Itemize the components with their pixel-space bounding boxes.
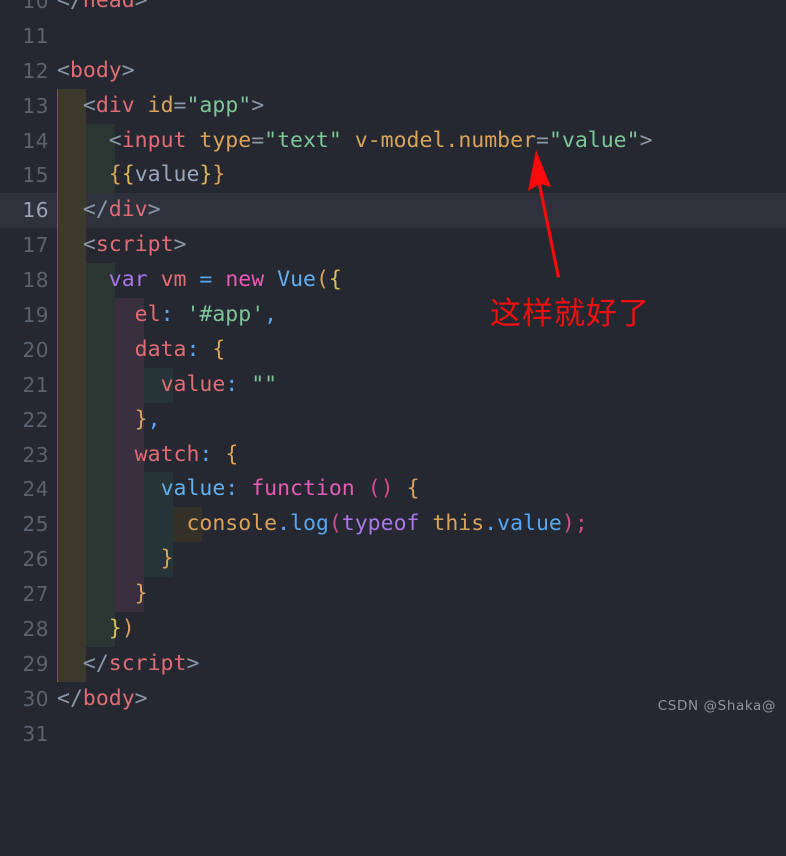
line-number: 13 <box>22 93 49 118</box>
line-number: 17 <box>22 233 49 258</box>
code-line[interactable]: 14 <input type="text" v-model.number="va… <box>0 123 786 159</box>
line-number: 19 <box>22 303 49 328</box>
code-line-list: 10 </head> 11 12 <body> 13 <div id="app"… <box>0 0 786 752</box>
line-content: </div> <box>82 197 161 223</box>
line-number: 30 <box>22 686 49 711</box>
line-number: 22 <box>22 407 49 432</box>
line-number: 26 <box>22 547 49 572</box>
code-line[interactable]: 18 var vm = new Vue({ <box>0 263 786 299</box>
line-number: 11 <box>22 23 49 48</box>
code-line[interactable]: 29 </script> <box>0 646 786 682</box>
line-content: }, <box>134 406 161 432</box>
line-content: value: function () { <box>160 476 420 502</box>
code-line[interactable]: 27 } <box>0 577 786 613</box>
line-number: 31 <box>22 721 49 746</box>
line-number: 16 <box>22 198 49 223</box>
code-line[interactable]: 10 </head> <box>0 0 786 19</box>
line-content: }) <box>108 616 135 642</box>
line-content: } <box>160 546 174 572</box>
code-line[interactable]: 19 el: '#app', <box>0 298 786 333</box>
line-number: 20 <box>22 337 49 362</box>
code-line[interactable]: 23 watch: { <box>0 437 786 473</box>
code-line[interactable]: 31 <box>0 717 786 752</box>
code-line[interactable]: 13 <div id="app"> <box>0 88 786 124</box>
code-line[interactable]: 11 <box>0 19 786 54</box>
line-number: 14 <box>22 128 49 153</box>
line-number: 29 <box>22 651 49 676</box>
annotation-text: 这样就好了 <box>490 296 650 332</box>
line-content: value: "" <box>160 371 278 397</box>
code-line[interactable]: 20 data: { <box>0 332 786 368</box>
line-content: <input type="text" v-model.number="value… <box>108 127 653 153</box>
line-content: el: '#app', <box>134 302 278 328</box>
line-number: 23 <box>22 442 49 467</box>
code-line[interactable]: 22 }, <box>0 402 786 438</box>
line-content: data: { <box>134 336 226 362</box>
line-number: 18 <box>22 268 49 293</box>
code-line[interactable]: 25 console.log(typeof this.value); <box>0 507 786 543</box>
watermark: CSDN @Shaka@ <box>657 698 776 714</box>
line-number: 28 <box>22 617 49 642</box>
line-number: 25 <box>22 512 49 537</box>
code-line[interactable]: 15 {{value}} <box>0 158 786 194</box>
line-content: {{value}} <box>108 162 226 188</box>
code-editor[interactable]: 10 </head> 11 12 <body> 13 <div id="app"… <box>0 0 786 746</box>
line-content: <div id="app"> <box>82 92 265 118</box>
code-line[interactable]: 17 <script> <box>0 228 786 264</box>
line-content: } <box>134 581 148 607</box>
code-line[interactable]: 28 }) <box>0 612 786 647</box>
line-content: <body> <box>57 57 135 83</box>
line-number: 24 <box>22 477 49 502</box>
line-content: </script> <box>82 650 200 676</box>
line-content: </body> <box>57 685 148 711</box>
line-number: 21 <box>22 372 49 397</box>
code-line-active[interactable]: 16 </div> <box>0 193 786 229</box>
line-content: var vm = new Vue({ <box>108 267 342 293</box>
line-content: <script> <box>82 232 187 258</box>
line-number: 10 <box>22 0 49 13</box>
code-line[interactable]: 24 value: function () { <box>0 472 786 508</box>
line-number: 15 <box>22 163 49 188</box>
code-line[interactable]: 12 <body> <box>0 54 786 89</box>
code-line[interactable]: 21 value: "" <box>0 367 786 403</box>
line-content: console.log(typeof this.value); <box>186 511 588 537</box>
line-content: watch: { <box>134 441 239 467</box>
line-content: </head> <box>57 0 148 13</box>
line-number: 27 <box>22 582 49 607</box>
line-number: 12 <box>22 58 49 83</box>
code-line[interactable]: 26 } <box>0 542 786 578</box>
